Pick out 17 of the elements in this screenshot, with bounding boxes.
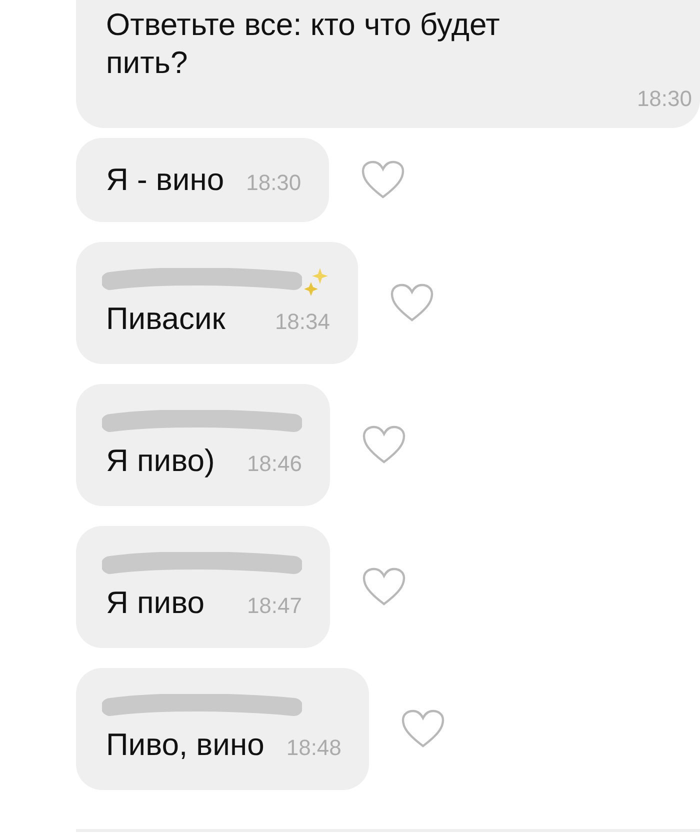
heart-icon[interactable] [390, 283, 434, 323]
message-time: 18:48 [286, 735, 342, 761]
heart-icon[interactable] [362, 567, 406, 607]
message-text: Я - вино [106, 161, 224, 199]
message-time: 18:30 [636, 86, 692, 112]
heart-icon[interactable] [361, 160, 406, 200]
heart-icon[interactable] [401, 709, 446, 749]
message-time: 18:30 [246, 170, 302, 196]
message-time: 18:47 [246, 593, 302, 619]
message-text: Пивасик [106, 300, 226, 338]
message-time: 18:34 [274, 309, 330, 335]
message-text: Ответьте все: кто что будет пить? [106, 6, 501, 82]
heart-icon[interactable] [362, 425, 406, 465]
message-text: Я пиво) [106, 442, 215, 480]
message-text: Я пиво [106, 584, 204, 622]
message-text: Пиво, вино [106, 726, 264, 764]
message-time: 18:46 [246, 451, 302, 477]
